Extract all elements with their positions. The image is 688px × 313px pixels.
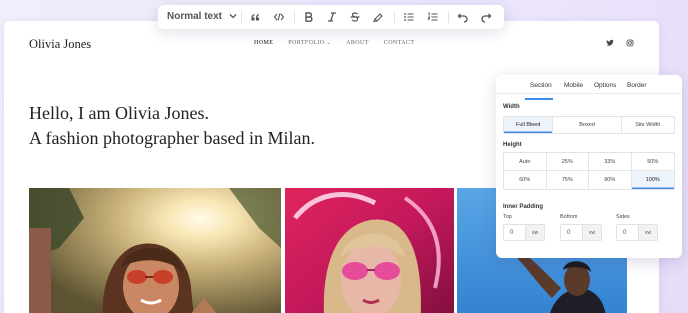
height-option-33[interactable]: 33% xyxy=(589,153,632,171)
numbered-list-icon[interactable] xyxy=(426,10,440,24)
woman-pink-neon-photo[interactable] xyxy=(285,188,454,313)
hero-heading: Hello, I am Olivia Jones. A fashion phot… xyxy=(29,101,315,151)
tab-mobile[interactable]: Mobile xyxy=(564,82,583,89)
height-option-50[interactable]: 50% xyxy=(631,153,674,171)
padding-sides-unit[interactable]: vw xyxy=(638,225,657,240)
site-logo[interactable]: Olivia Jones xyxy=(29,37,91,52)
tab-border[interactable]: Border xyxy=(627,82,647,89)
height-option-100[interactable]: 100% xyxy=(631,171,674,189)
instagram-icon[interactable] xyxy=(626,39,634,47)
padding-sides-field: 0 vw xyxy=(616,224,658,241)
hero-line-2: A fashion photographer based in Milan. xyxy=(29,128,315,148)
padding-bottom-field: 0 vw xyxy=(560,224,602,241)
inner-padding-label: Inner Padding xyxy=(503,204,544,210)
tabs-divider xyxy=(496,93,682,94)
padding-sides-input[interactable]: 0 xyxy=(617,225,638,240)
width-option-boxed[interactable]: Boxed xyxy=(553,117,622,133)
text-style-select[interactable]: Normal text xyxy=(167,11,237,22)
chevron-down-icon: ⌄ xyxy=(326,41,332,46)
width-segmented-control: Full Bleed Boxed Site Width xyxy=(503,116,675,134)
active-tab-indicator xyxy=(525,98,553,100)
twitter-icon[interactable] xyxy=(606,39,614,47)
padding-sides-label: Sides xyxy=(616,214,630,220)
height-option-25[interactable]: 25% xyxy=(546,153,589,171)
highlight-icon[interactable] xyxy=(371,10,385,24)
width-option-site-width[interactable]: Site Width xyxy=(622,117,674,133)
text-formatting-toolbar: Normal text xyxy=(158,5,504,29)
toolbar-divider xyxy=(448,11,449,23)
nav-item-about[interactable]: ABOUT xyxy=(346,40,369,46)
padding-bottom-label: Bottom xyxy=(560,214,578,220)
italic-icon[interactable] xyxy=(325,10,339,24)
padding-top-unit[interactable]: vw xyxy=(525,225,544,240)
width-label: Width xyxy=(503,104,520,110)
site-nav: HOME PORTFOLIO ⌄ ABOUT CONTACT xyxy=(254,40,429,46)
tab-options[interactable]: Options xyxy=(594,82,616,89)
toolbar-divider xyxy=(241,11,242,23)
padding-top-input[interactable]: 0 xyxy=(504,225,525,240)
height-option-auto[interactable]: Auto xyxy=(504,153,547,171)
padding-bottom-unit[interactable]: vw xyxy=(582,225,601,240)
nav-item-home[interactable]: HOME xyxy=(254,40,273,46)
tab-section[interactable]: Section xyxy=(530,82,552,89)
padding-bottom-input[interactable]: 0 xyxy=(561,225,582,240)
code-icon[interactable] xyxy=(272,10,286,24)
toolbar-divider xyxy=(394,11,395,23)
redo-icon[interactable] xyxy=(479,10,493,24)
width-option-full-bleed[interactable]: Full Bleed xyxy=(504,117,554,133)
nav-item-portfolio[interactable]: PORTFOLIO ⌄ xyxy=(288,40,331,46)
padding-top-field: 0 vw xyxy=(503,224,545,241)
nav-item-contact[interactable]: CONTACT xyxy=(384,40,415,46)
toolbar-divider xyxy=(294,11,295,23)
height-options-grid: Auto 25% 33% 50% 60% 75% 90% 100% xyxy=(503,152,675,190)
padding-top-label: Top xyxy=(503,214,512,220)
hero-line-1: Hello, I am Olivia Jones. xyxy=(29,103,209,123)
social-links xyxy=(606,39,634,47)
height-label: Height xyxy=(503,142,522,148)
height-option-60[interactable]: 60% xyxy=(504,171,547,189)
chevron-down-icon xyxy=(229,14,237,19)
woman-sunglasses-sunset-photo[interactable] xyxy=(29,188,281,313)
section-settings-panel: Section Mobile Options Border Width Full… xyxy=(496,75,682,258)
height-option-90[interactable]: 90% xyxy=(589,171,632,189)
strikethrough-icon[interactable] xyxy=(348,10,362,24)
bold-icon[interactable] xyxy=(302,10,316,24)
quote-icon[interactable] xyxy=(249,10,263,24)
height-option-75[interactable]: 75% xyxy=(547,171,589,189)
undo-icon[interactable] xyxy=(456,10,470,24)
bullet-list-icon[interactable] xyxy=(402,10,416,24)
